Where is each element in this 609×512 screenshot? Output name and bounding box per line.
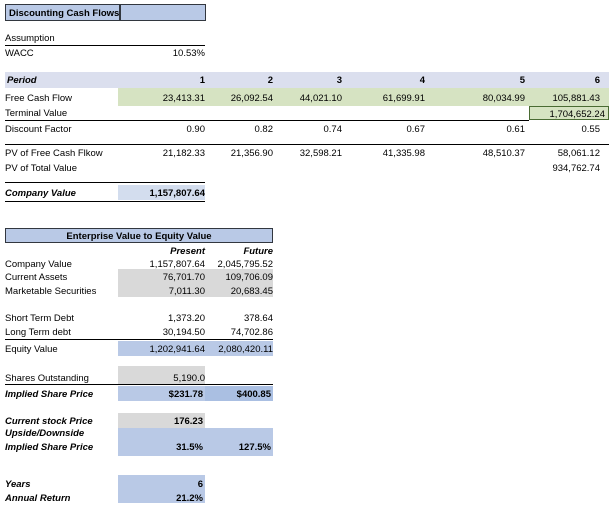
discount-factor-5: 0.61 [429, 124, 525, 135]
assumption-underline [5, 45, 205, 46]
equity-row-short-term-debt-present: 1,373.20 [120, 313, 205, 324]
current-stock-price-label: Current stock Price [5, 416, 120, 427]
equity-row-marketable-securities-future: 20,683.45 [208, 286, 273, 297]
years-value: 6 [120, 479, 203, 490]
terminal-value-6: 1,704,652.24 [529, 109, 605, 120]
terminal-value-underline [5, 120, 529, 121]
equity-row-long-term-debt-future: 74,702.86 [208, 327, 273, 338]
title-bar-label: Discounting Cash Flows [9, 8, 119, 19]
pv-free-cash-flow-1: 21,182.33 [125, 148, 205, 159]
period-header-3: 3 [277, 75, 342, 86]
upside-implied-share-price-label: Implied Share Price [5, 442, 120, 453]
annual-return-value: 21.2% [120, 493, 203, 504]
equity-row-equity-value-label: Equity Value [5, 344, 120, 355]
terminal-value-label: Terminal Value [5, 108, 120, 119]
equity-row-long-term-debt-present: 30,194.50 [120, 327, 205, 338]
pv-free-cash-flow-3: 32,598.21 [277, 148, 342, 159]
free-cash-flow-label: Free Cash Flow [5, 93, 120, 104]
equity-row-company-value-future: 2,045,795.52 [208, 259, 273, 270]
free-cash-flow-6: 105,881.43 [529, 93, 600, 104]
free-cash-flow-4: 61,699.91 [346, 93, 425, 104]
pv-free-cash-flow-6: 58,061.12 [529, 148, 600, 159]
implied-share-price-future: $400.85 [208, 389, 271, 400]
free-cash-flow-1: 23,413.31 [125, 93, 205, 104]
company-value-label: Company Value [5, 188, 120, 199]
equity-row-short-term-debt-label: Short Term Debt [5, 313, 120, 324]
implied-share-price-label: Implied Share Price [5, 389, 120, 400]
discount-factor-3: 0.74 [277, 124, 342, 135]
implied-share-price-present: $231.78 [120, 389, 203, 400]
company-value-amount: 1,157,807.64 [120, 188, 205, 199]
annual-return-label: Annual Return [5, 493, 120, 504]
discount-factor-6: 0.55 [529, 124, 600, 135]
equity-row-equity-value-present: 1,202,941.64 [120, 344, 205, 355]
discount-factor-label: Discount Factor [5, 124, 120, 135]
company-value-bottom-rule [5, 201, 205, 202]
equity-row-marketable-securities-present: 7,011.30 [120, 286, 205, 297]
shares-outstanding-value: 5,190.0 [120, 373, 205, 384]
equity-section-header-label: Enterprise Value to Equity Value [5, 231, 273, 242]
wacc-label: WACC [5, 48, 115, 59]
upside-implied-share-price-future: 127.5% [208, 442, 271, 453]
period-header-4: 4 [346, 75, 425, 86]
dcf-separator-rule [5, 144, 609, 145]
current-stock-price-value: 176.23 [120, 416, 203, 427]
equity-row-equity-value-future: 2,080,420.11 [208, 344, 273, 355]
years-label: Years [5, 479, 120, 490]
pv-free-cash-flow-4: 41,335.98 [346, 148, 425, 159]
period-header-6: 6 [529, 75, 600, 86]
equity-row-current-assets-present: 76,701.70 [120, 272, 205, 283]
equity-col-present-header: Present [120, 246, 205, 257]
equity-row-current-assets-label: Current Assets [5, 272, 120, 283]
equity-row-company-value-present: 1,157,807.64 [120, 259, 205, 270]
pv-free-cash-flow-label: PV of Free Cash Flkow [5, 148, 123, 159]
equity-row-marketable-securities-label: Marketable Securities [5, 286, 120, 297]
period-header-2: 2 [208, 75, 273, 86]
company-value-top-rule [5, 182, 205, 183]
wacc-value: 10.53% [120, 48, 205, 59]
discount-factor-1: 0.90 [125, 124, 205, 135]
upside-implied-share-price-present: 31.5% [120, 442, 203, 453]
equity-row-long-term-debt-label: Long Term debt [5, 327, 120, 338]
discount-factor-2: 0.82 [208, 124, 273, 135]
free-cash-flow-3: 44,021.10 [277, 93, 342, 104]
pv-free-cash-flow-2: 21,356.90 [208, 148, 273, 159]
pv-total-value-6: 934,762.74 [529, 163, 600, 174]
discount-factor-4: 0.67 [346, 124, 425, 135]
period-label: Period [7, 75, 107, 86]
spreadsheet-canvas: Discounting Cash Flows Assumption WACC 1… [0, 0, 609, 512]
pv-free-cash-flow-5: 48,510.37 [429, 148, 525, 159]
free-cash-flow-2: 26,092.54 [208, 93, 273, 104]
equity-row-company-value-label: Company Value [5, 259, 120, 270]
period-header-5: 5 [429, 75, 525, 86]
pv-total-value-label: PV of Total Value [5, 163, 123, 174]
equity-row-short-term-debt-future: 378.64 [208, 313, 273, 324]
upside-downside-label: Upside/Downside [5, 428, 120, 439]
equity-col-future-header: Future [208, 246, 273, 257]
period-header-1: 1 [125, 75, 205, 86]
title-bar-divider [119, 5, 121, 20]
assumption-header: Assumption [5, 33, 125, 44]
free-cash-flow-5: 80,034.99 [429, 93, 525, 104]
shares-outstanding-label: Shares Outstanding [5, 373, 120, 384]
equity-row-current-assets-future: 109,706.09 [208, 272, 273, 283]
